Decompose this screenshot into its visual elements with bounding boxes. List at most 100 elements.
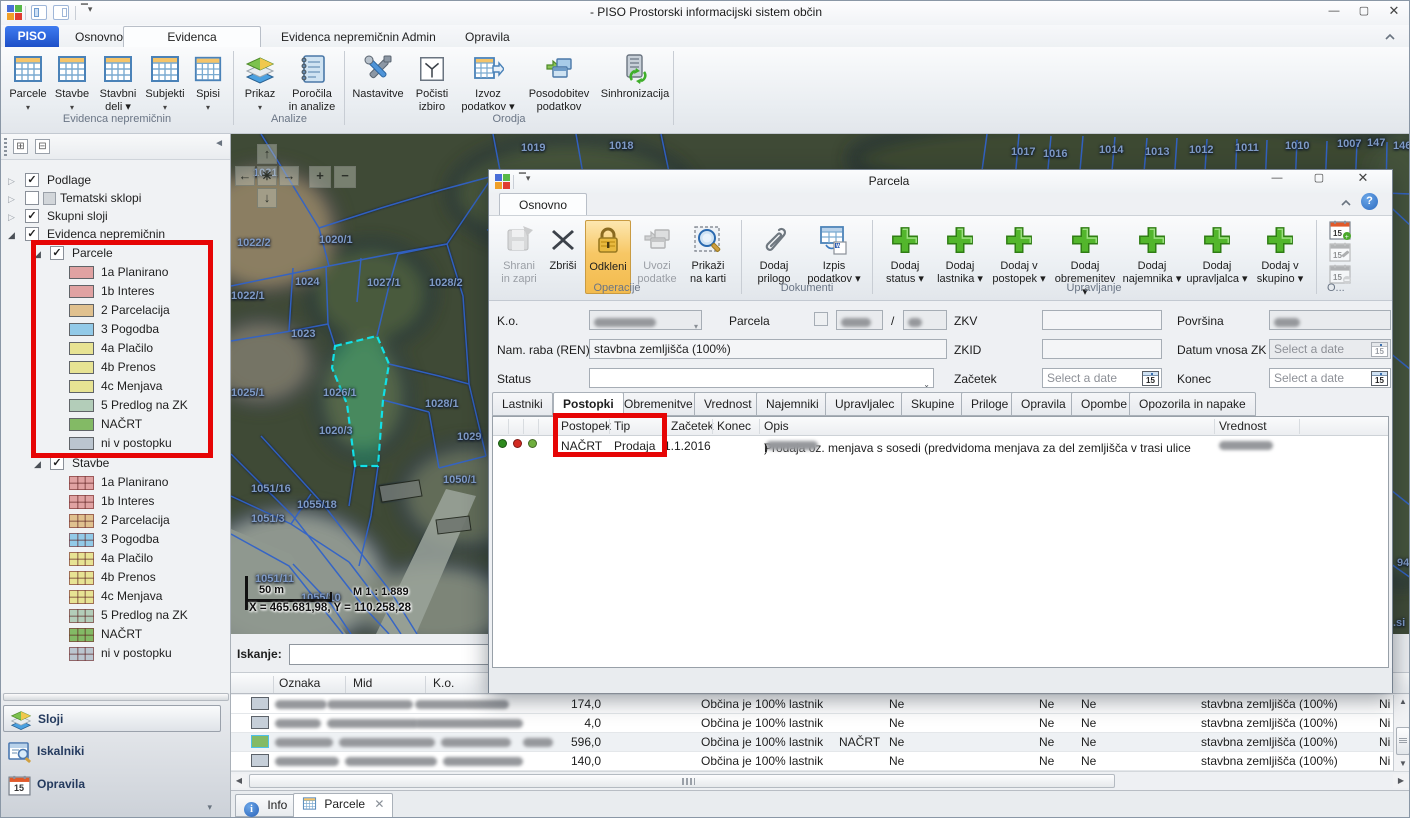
dialog-tab-osnovno[interactable]: Osnovno (499, 193, 587, 216)
collapse-panel-icon[interactable]: ◄ (214, 138, 224, 149)
tab-upravljalec[interactable]: Upravljalec (825, 392, 904, 416)
zkid-field[interactable] (1042, 339, 1162, 359)
panel-sloji[interactable]: Sloji (3, 705, 221, 732)
close-tab-icon[interactable]: ✕ (374, 797, 384, 811)
table-row[interactable]: 596,0 Občina je 100% lastnik NAČRT Ne Ne… (231, 733, 1393, 752)
konec-datepicker[interactable]: Select a date 15 (1269, 368, 1391, 388)
tab-skupine[interactable]: Skupine (901, 392, 964, 416)
table-row[interactable]: 174,0 Občina je 100% lastnik Ne Ne Ne st… (231, 695, 1393, 714)
ko-label: K.o. (497, 314, 518, 328)
col-postopek[interactable]: Postopek (561, 419, 611, 433)
panel-resize-handle[interactable] (3, 693, 229, 701)
minimize-button[interactable]: — (1321, 1, 1347, 21)
status-dropdown[interactable]: ⌄ (589, 368, 934, 388)
table-row[interactable]: 140,0 Občina je 100% lastnik Ne Ne Ne st… (231, 752, 1393, 771)
help-icon[interactable]: ? (1361, 193, 1378, 210)
parcel-label: 146 (1393, 140, 1410, 152)
pan-right-button[interactable]: → (279, 166, 299, 186)
tab-obremenitve[interactable]: Obremenitve (614, 392, 703, 416)
checkbox[interactable]: ✓ (50, 246, 64, 260)
tab-lastniki[interactable]: Lastniki (492, 392, 553, 416)
raba-value: stavbna zemljišča (100%) (1201, 735, 1338, 749)
horizontal-scrollbar[interactable]: ◀ ▶ (231, 771, 1410, 790)
ko-combobox[interactable]: ▾ (589, 310, 702, 330)
tab-info[interactable]: i Info (235, 794, 296, 817)
pan-up-button[interactable]: ↑ (257, 144, 277, 164)
scrollbar-thumb[interactable] (1396, 727, 1410, 755)
close-button[interactable]: ✕ (1381, 1, 1407, 21)
panel-overflow-icon[interactable]: ▾ (207, 802, 212, 813)
calendar-icon[interactable]: 15 (1371, 371, 1388, 386)
expander-icon[interactable]: ◢ (8, 227, 15, 243)
col-ko[interactable]: K.o. (433, 676, 454, 690)
vertical-scrollbar[interactable]: ▲ ▼ (1393, 695, 1410, 771)
postopek-row[interactable]: NAČRT Prodaja 1.1.2016 Prodaja oz. menja… (493, 437, 1388, 456)
plus-icon (1251, 220, 1309, 260)
checkbox[interactable]: ✓ (25, 173, 39, 187)
expander-icon[interactable]: ◢ (34, 456, 41, 472)
odstrani-opravilo-button[interactable]: 15 (1327, 264, 1353, 284)
tab-vrednost[interactable]: Vrednost (694, 392, 762, 416)
tab-postopki[interactable]: Postopki (553, 392, 624, 417)
collapse-all-icon[interactable]: ⊟ (35, 139, 50, 154)
expander-icon[interactable]: ◢ (34, 246, 41, 262)
nam-raba-field[interactable]: stavbna zemljišča (100%) (589, 339, 947, 359)
panel-iskalniki[interactable]: Iskalniki (3, 738, 221, 765)
tab-opozorila[interactable]: Opozorila in napake (1129, 392, 1256, 416)
maximize-button[interactable]: ▢ (1351, 1, 1377, 21)
checkbox[interactable]: ✓ (50, 456, 64, 470)
panel-opravila[interactable]: 15 Opravila (3, 771, 221, 798)
col-opis[interactable]: Opis (764, 419, 789, 433)
dialog-close-button[interactable]: ✕ (1350, 168, 1376, 188)
dialog-maximize-button[interactable]: ▢ (1306, 168, 1332, 188)
collapse-ribbon-icon[interactable] (1385, 30, 1395, 44)
zoom-out-button[interactable]: − (334, 166, 356, 188)
col-mid[interactable]: Mid (353, 676, 372, 690)
calendar-icon[interactable]: 15 (1142, 371, 1159, 386)
col-vrednost[interactable]: Vrednost (1219, 419, 1267, 433)
parcela-checkbox[interactable] (814, 312, 828, 326)
col-tip[interactable]: Tip (614, 419, 630, 433)
col-zacetek[interactable]: Začetek (671, 419, 714, 433)
scroll-down-icon[interactable]: ▼ (1395, 757, 1410, 771)
tab-evidenca-nepremicnin[interactable]: Evidenca nepremičnin (123, 26, 261, 47)
pan-left-button[interactable]: ← (235, 166, 255, 186)
tab-najemniki[interactable]: Najemniki (756, 392, 829, 416)
expander-icon[interactable]: ▷ (8, 209, 15, 225)
scroll-up-icon[interactable]: ▲ (1395, 695, 1410, 709)
piso-menu-button[interactable]: PISO (5, 26, 59, 47)
dodaj-opravilo-button[interactable]: 15+ (1327, 220, 1353, 240)
tab-priloge[interactable]: Priloge (961, 392, 1018, 416)
scroll-right-icon[interactable]: ▶ (1393, 774, 1409, 788)
compass-center-icon[interactable]: ✳ (257, 166, 277, 186)
povrsina-field[interactable] (1269, 310, 1391, 330)
scrollbar-thumb[interactable] (249, 774, 1115, 788)
dialog-minimize-button[interactable]: — (1264, 168, 1290, 188)
parcela-st-field[interactable] (836, 310, 883, 330)
tab-parcele[interactable]: Parcele ✕ (293, 793, 393, 818)
pan-down-button[interactable]: ↓ (257, 188, 277, 208)
zkv-field[interactable] (1042, 310, 1162, 330)
drag-grip-icon[interactable] (4, 138, 7, 156)
tab-opravila[interactable]: Opravila (453, 27, 522, 47)
uredi-opravilo-button[interactable]: 15 (1327, 242, 1353, 262)
table-row[interactable]: 4,0 Občina je 100% lastnik Ne Ne Ne stav… (231, 714, 1393, 733)
collapse-ribbon-icon[interactable] (1340, 196, 1352, 210)
zoom-in-button[interactable]: + (309, 166, 331, 188)
checkbox[interactable] (25, 191, 39, 205)
expander-icon[interactable]: ▷ (8, 191, 15, 207)
tab-opravila[interactable]: Opravila (1011, 392, 1076, 416)
datum-vnosa-datepicker[interactable]: Select a date 15 (1269, 339, 1391, 359)
parcela-podst-field[interactable] (903, 310, 947, 330)
parcela-label: Parcela (729, 314, 770, 328)
expand-all-icon[interactable]: ⊞ (13, 139, 28, 154)
checkbox[interactable]: ✓ (25, 227, 39, 241)
expander-icon[interactable]: ▷ (8, 173, 15, 189)
scroll-left-icon[interactable]: ◀ (231, 774, 247, 788)
col-oznaka[interactable]: Oznaka (279, 676, 320, 690)
col-konec[interactable]: Konec (717, 419, 751, 433)
tab-opombe[interactable]: Opombe (1071, 392, 1137, 416)
zacetek-datepicker[interactable]: Select a date 15 (1042, 368, 1162, 388)
checkbox[interactable]: ✓ (25, 209, 39, 223)
tab-evidenca-admin[interactable]: Evidenca nepremičnin Admin (269, 27, 448, 47)
